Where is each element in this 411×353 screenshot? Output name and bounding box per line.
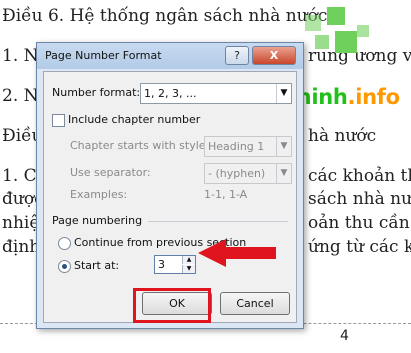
start-at-radio[interactable] (58, 260, 71, 273)
doc-heading: Điều 6. Hệ thống ngân sách nhà nước (2, 6, 328, 26)
dialog-titlebar[interactable]: Page Number Format ? X (37, 43, 303, 69)
watermark-logo-icon (305, 7, 371, 71)
include-chapter-label: Include chapter number (68, 113, 201, 126)
cancel-button[interactable]: Cancel (220, 292, 290, 315)
group-divider (148, 221, 288, 222)
start-at-value: 3 (158, 258, 165, 271)
doc-fragment: ứng từ các kh (308, 237, 411, 257)
number-format-select[interactable]: 1, 2, 3, ... ▼ (140, 83, 292, 104)
start-at-label: Start at: (74, 259, 120, 272)
page-number-format-dialog: Page Number Format ? X Number format: 1,… (36, 42, 304, 329)
doc-line: định (2, 237, 41, 257)
chevron-down-icon[interactable]: ▼ (276, 164, 291, 183)
doc-fragment: hà nước (308, 126, 377, 146)
help-button[interactable]: ? (225, 46, 249, 65)
examples-value: 1-1, 1-A (204, 188, 248, 201)
close-button[interactable]: X (252, 46, 296, 65)
chapter-style-select[interactable]: Heading 1 ▼ (204, 136, 292, 157)
chevron-down-icon[interactable]: ▼ (276, 137, 291, 156)
red-arrow-icon (198, 239, 276, 267)
doc-line: nhiệ (2, 213, 40, 233)
dialog-body: Number format: 1, 2, 3, ... ▼ Include ch… (43, 71, 297, 323)
chapter-style-label: Chapter starts with style: (70, 139, 210, 152)
spin-down-icon[interactable]: ▼ (182, 265, 195, 273)
watermark-suffix: .info (347, 85, 401, 109)
start-at-stepper[interactable]: 3 ▲ ▼ (154, 255, 196, 274)
ok-highlight-box (133, 288, 211, 323)
chevron-down-icon[interactable]: ▼ (276, 84, 291, 103)
continue-radio[interactable] (58, 237, 71, 250)
doc-fragment: sách nhà nước (308, 189, 411, 209)
number-format-label: Number format: (52, 86, 141, 99)
separator-select[interactable]: - (hyphen) ▼ (204, 163, 292, 184)
number-format-value: 1, 2, 3, ... (144, 87, 197, 100)
separator-value: - (hyphen) (208, 167, 266, 180)
doc-fragment: các khoản thu (308, 166, 411, 186)
include-chapter-checkbox[interactable] (52, 114, 65, 127)
chapter-style-value: Heading 1 (208, 140, 265, 153)
dialog-title: Page Number Format (45, 49, 162, 62)
page-numbering-label: Page numbering (52, 214, 143, 227)
spin-up-icon[interactable]: ▲ (182, 256, 195, 264)
separator-label: Use separator: (70, 166, 151, 179)
doc-fragment: oản thu cần gắ (308, 213, 411, 233)
examples-label: Examples: (70, 188, 128, 201)
page-number: 4 (340, 328, 349, 344)
